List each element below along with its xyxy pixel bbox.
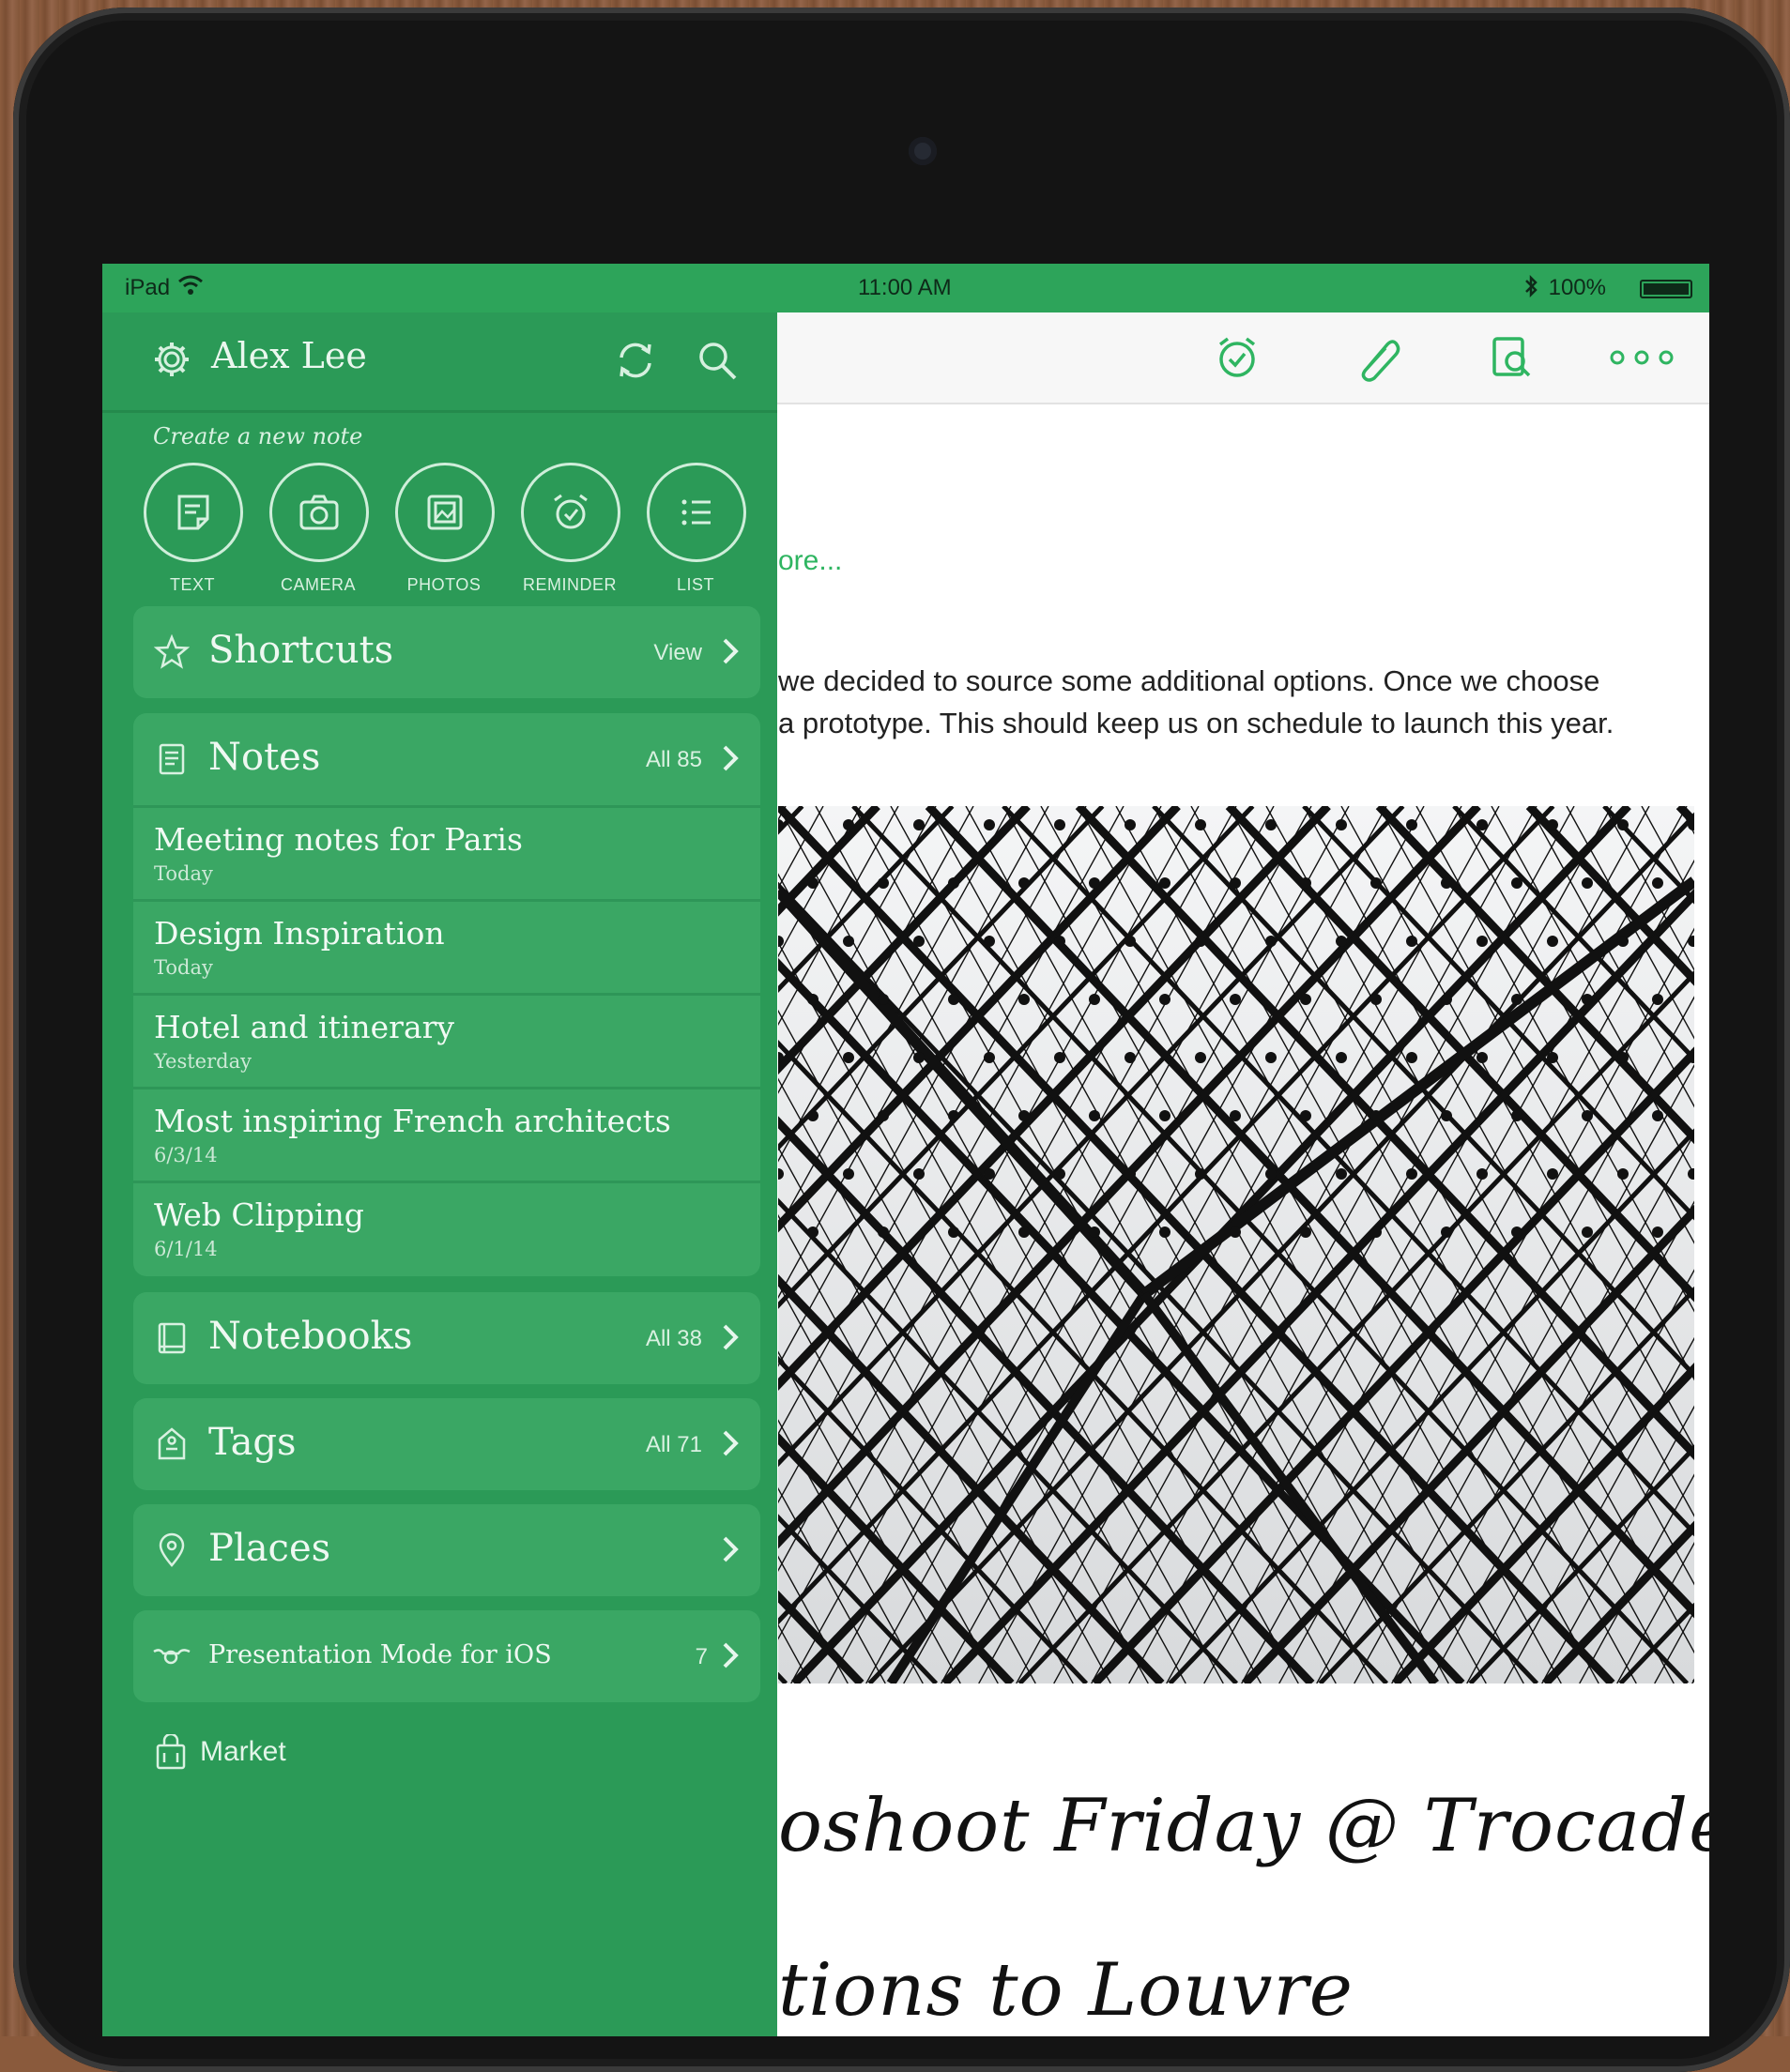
- note-title: Meeting notes for Paris: [154, 821, 523, 858]
- shortcuts-section[interactable]: Shortcuts View: [133, 606, 760, 698]
- note-list-item[interactable]: Hotel and itinerary Yesterday: [133, 993, 760, 1088]
- text-note-icon: [144, 463, 243, 562]
- architecture-photo: [778, 806, 1694, 1684]
- market-bag-icon: [153, 1732, 189, 1772]
- clock: 11:00 AM: [858, 275, 952, 300]
- create-reminder-label: REMINDER: [522, 575, 617, 594]
- search-icon[interactable]: [696, 339, 739, 382]
- settings-gear-icon[interactable]: [151, 339, 192, 380]
- create-camera-button[interactable]: CAMERA: [269, 463, 369, 595]
- tags-section[interactable]: Tags All 71: [133, 1398, 760, 1490]
- note-list-item[interactable]: Design Inspiration Today: [133, 899, 760, 994]
- more-link[interactable]: ore...: [778, 545, 842, 577]
- front-camera: [909, 137, 937, 165]
- note-date: 6/3/14: [154, 1144, 218, 1166]
- note-title: Most inspiring French architects: [154, 1103, 671, 1139]
- note-date: Today: [154, 862, 213, 885]
- presentation-mode-title: Presentation Mode for iOS: [208, 1640, 552, 1669]
- photos-icon: [395, 463, 495, 562]
- chevron-right-icon: [717, 1531, 743, 1568]
- notebook-icon: [154, 1320, 190, 1356]
- star-icon: [153, 633, 191, 670]
- bluetooth-icon: [1523, 274, 1538, 304]
- notes-header[interactable]: Notes All 85: [133, 713, 760, 805]
- note-list-item[interactable]: Web Clipping 6/1/14: [133, 1181, 760, 1275]
- note-list-item[interactable]: Meeting notes for Paris Today: [133, 805, 760, 900]
- presentation-mode-icon: [150, 1638, 193, 1674]
- note-date: Today: [154, 956, 213, 979]
- tags-title: Tags: [208, 1421, 297, 1464]
- shortcuts-view-link[interactable]: View: [653, 640, 702, 666]
- note-text-line-1: we decided to source some additional opt…: [778, 664, 1600, 697]
- note-date: 6/1/14: [154, 1238, 218, 1260]
- handwriting-line-1: oshoot Friday @ Trocadero: [778, 1784, 1709, 1868]
- create-text-button[interactable]: TEXT: [144, 463, 243, 595]
- note-text-line-2: a prototype. This should keep us on sche…: [778, 707, 1614, 739]
- shortcuts-title: Shortcuts: [208, 629, 394, 672]
- notebooks-title: Notebooks: [208, 1315, 413, 1358]
- handwriting-line-2: tions to Louvre: [778, 1948, 1354, 2033]
- sidebar-header: Alex Lee: [102, 312, 777, 413]
- create-camera-label: CAMERA: [280, 575, 356, 594]
- camera-icon: [269, 463, 369, 562]
- reminder-icon[interactable]: [1213, 333, 1262, 382]
- note-title: Design Inspiration: [154, 915, 445, 952]
- market-label: Market: [200, 1736, 286, 1767]
- map-pin-icon: [154, 1532, 190, 1568]
- carrier-label: iPad: [125, 275, 171, 300]
- list-icon: [647, 463, 746, 562]
- create-list-label: LIST: [676, 575, 714, 594]
- sidebar: Alex Lee Create a new note TEXT CAMERA P…: [102, 312, 777, 2036]
- battery-icon: [1640, 280, 1692, 298]
- note-date: Yesterday: [154, 1050, 252, 1073]
- create-photos-label: PHOTOS: [406, 575, 482, 594]
- note-title: Hotel and itinerary: [154, 1009, 455, 1045]
- chevron-right-icon: [717, 1424, 743, 1462]
- screen: iPad 11:00 AM 100% ore... we decided to …: [102, 264, 1709, 2036]
- chevron-right-icon: [717, 1318, 743, 1356]
- user-name[interactable]: Alex Lee: [211, 335, 367, 376]
- note-title: Web Clipping: [154, 1196, 364, 1233]
- create-reminder-button[interactable]: REMINDER: [521, 463, 620, 595]
- sync-icon[interactable]: [614, 339, 657, 382]
- battery-percent: 100%: [1548, 275, 1606, 300]
- status-bar: iPad 11:00 AM 100%: [102, 264, 1709, 312]
- create-note-label: Create a new note: [153, 423, 363, 449]
- alarm-clock-icon: [521, 463, 620, 562]
- chevron-right-icon: [717, 632, 743, 670]
- tags-count[interactable]: All 71: [646, 1432, 702, 1458]
- create-list-button[interactable]: LIST: [647, 463, 746, 595]
- notes-section: Notes All 85 Meeting notes for Paris Tod…: [133, 713, 760, 1276]
- more-options-icon[interactable]: [1604, 333, 1679, 382]
- notes-count[interactable]: All 85: [646, 747, 702, 773]
- create-photos-button[interactable]: PHOTOS: [395, 463, 495, 595]
- notebooks-section[interactable]: Notebooks All 38: [133, 1292, 760, 1384]
- places-section[interactable]: Places: [133, 1504, 760, 1596]
- presentation-count: 7: [695, 1644, 708, 1669]
- places-title: Places: [208, 1527, 331, 1570]
- presentation-mode-section[interactable]: Presentation Mode for iOS 7: [133, 1610, 760, 1702]
- attachment-icon[interactable]: [1354, 333, 1402, 382]
- wifi-icon: [177, 275, 204, 302]
- tag-icon: [154, 1426, 190, 1462]
- chevron-right-icon: [717, 1637, 743, 1674]
- presentation-icon[interactable]: [1487, 333, 1536, 382]
- chevron-right-icon: [717, 739, 743, 777]
- note-list-item[interactable]: Most inspiring French architects 6/3/14: [133, 1087, 760, 1181]
- create-text-label: TEXT: [169, 575, 215, 594]
- notebooks-count[interactable]: All 38: [646, 1326, 702, 1352]
- note-body-text: we decided to source some additional opt…: [778, 660, 1709, 744]
- note-icon: [154, 741, 190, 777]
- notes-title: Notes: [208, 736, 321, 779]
